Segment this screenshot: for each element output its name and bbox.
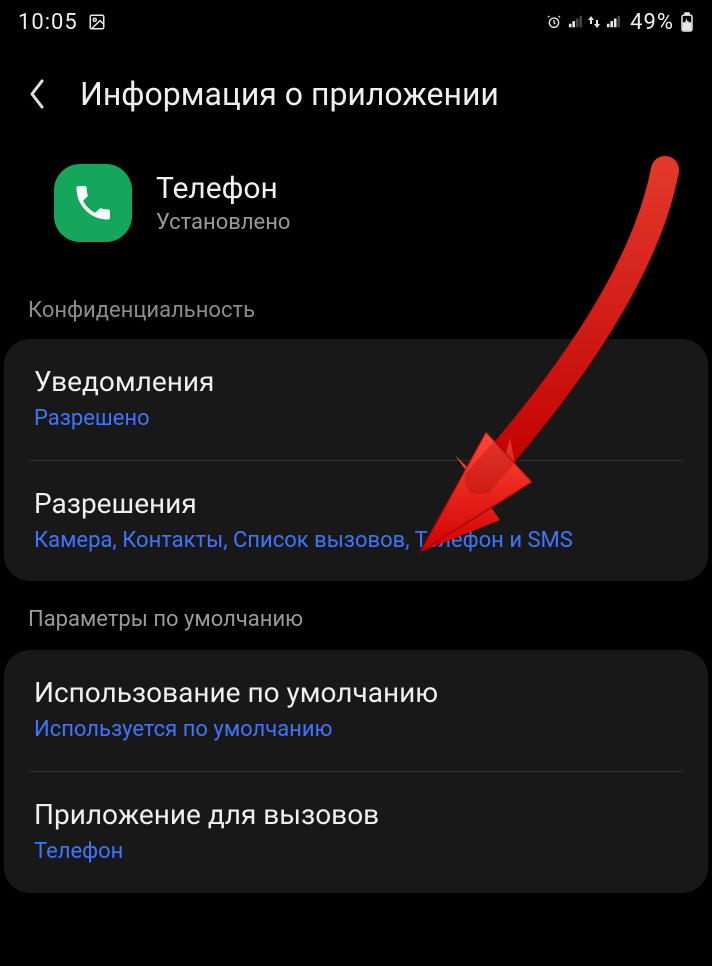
battery-percent: 49% [630,10,674,35]
row-title: Уведомления [34,365,678,398]
section-header-privacy: Конфиденциальность [0,268,712,333]
row-notifications[interactable]: Уведомления Разрешено [4,339,708,460]
status-bar: 10:05 [0,0,712,44]
row-default-usage[interactable]: Использование по умолчанию Используется … [4,650,708,771]
alarm-icon [546,14,562,30]
row-permissions[interactable]: Разрешения Камера, Контакты, Список вызо… [4,461,708,582]
signal-icon-2 [606,15,620,29]
title-bar: Информация о приложении [0,44,712,130]
app-name: Телефон [156,171,290,206]
back-button[interactable] [22,74,52,114]
signal-icon-1 [568,15,582,29]
row-title: Приложение для вызовов [34,798,678,831]
section-header-defaults: Параметры по умолчанию [0,581,712,644]
phone-app-icon [54,164,132,242]
app-install-status: Установлено [156,210,290,235]
page-title: Информация о приложении [80,75,499,113]
row-title: Использование по умолчанию [34,676,678,709]
row-call-app[interactable]: Приложение для вызовов Телефон [4,772,708,893]
row-title: Разрешения [34,487,678,520]
row-value: Используется по умолчанию [34,715,678,745]
battery-icon [680,12,694,32]
row-value: Телефон [34,837,678,867]
defaults-group: Использование по умолчанию Используется … [4,650,708,892]
app-summary: Телефон Установлено [0,130,712,268]
row-value: Разрешено [34,404,678,434]
privacy-group: Уведомления Разрешено Разрешения Камера,… [4,339,708,581]
status-time: 10:05 [18,10,78,35]
screenshot-icon [88,13,106,31]
row-value: Камера, Контакты, Список вызовов, Телефо… [34,526,678,556]
data-icon [588,15,600,29]
